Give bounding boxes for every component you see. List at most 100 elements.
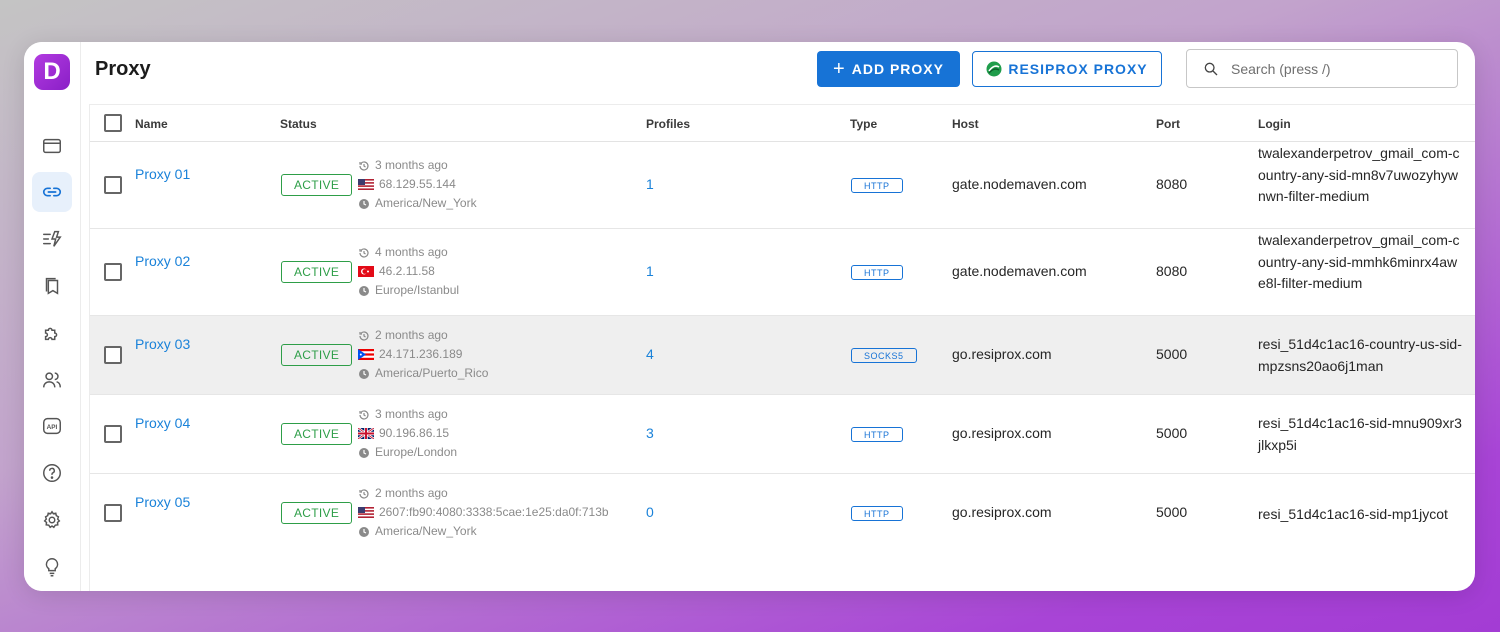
host-text: go.resiprox.com — [952, 346, 1052, 362]
updated-text: 3 months ago — [375, 158, 448, 172]
status-badge: ACTIVE — [281, 261, 353, 283]
sidebar-item-extensions[interactable] — [32, 313, 72, 353]
profiles-count-link[interactable]: 1 — [646, 263, 654, 279]
tr-flag-icon — [358, 266, 374, 277]
type-badge: HTTP — [851, 265, 903, 280]
login-text: resi_51d4c1ac16-country-us-sid-mpzsns20a… — [1258, 336, 1462, 374]
host-text: gate.nodemaven.com — [952, 176, 1087, 192]
sidebar-item-help[interactable] — [32, 453, 72, 493]
timezone-text: Europe/London — [375, 445, 458, 459]
us-flag-icon — [358, 507, 374, 518]
proxy-name-link[interactable]: Proxy 05 — [135, 492, 195, 513]
search-box[interactable] — [1186, 49, 1458, 88]
status-badge: ACTIVE — [281, 502, 353, 524]
column-host[interactable]: Host — [952, 117, 979, 131]
profiles-count-link[interactable]: 1 — [646, 176, 654, 192]
browser-icon — [43, 138, 61, 154]
row-checkbox[interactable] — [104, 176, 122, 194]
column-status[interactable]: Status — [280, 117, 317, 131]
status-badge: ACTIVE — [281, 174, 353, 196]
table-row[interactable]: Proxy 01 ACTIVE 3 months ago 68.129.55.1… — [90, 142, 1475, 229]
sidebar-item-team[interactable] — [32, 360, 72, 400]
add-proxy-button[interactable]: + ADD PROXY — [817, 51, 960, 87]
plus-icon: + — [833, 58, 846, 80]
timezone-text: America/New_York — [375, 524, 477, 538]
login-text: resi_51d4c1ac16-sid-mp1jycot — [1258, 506, 1448, 522]
resiprox-logo-icon — [986, 61, 1002, 77]
sidebar-item-ideas[interactable] — [32, 547, 72, 587]
select-all-checkbox[interactable] — [104, 114, 122, 132]
login-text: twalexanderpetrov_gmail_com-country-any-… — [1258, 145, 1460, 204]
sidebar-item-bookmarks[interactable] — [32, 266, 72, 306]
column-type[interactable]: Type — [850, 117, 877, 131]
type-badge: HTTP — [851, 427, 903, 442]
row-checkbox[interactable] — [104, 263, 122, 281]
table-row[interactable]: Proxy 03 ACTIVE 2 months ago 24.171.236.… — [90, 316, 1475, 395]
settings-icon — [43, 510, 61, 529]
us-flag-icon — [358, 179, 374, 190]
proxy-meta: 2 months ago 2607:fb90:4080:3338:5cae:1e… — [358, 484, 609, 541]
host-text: go.resiprox.com — [952, 504, 1052, 520]
profiles-count-link[interactable]: 3 — [646, 425, 654, 441]
table-row[interactable]: Proxy 02 ACTIVE 4 months ago 46.2.11.58 … — [90, 229, 1475, 316]
timezone-text: America/Puerto_Rico — [375, 366, 489, 380]
column-port[interactable]: Port — [1156, 117, 1180, 131]
history-icon — [359, 330, 369, 341]
history-icon — [359, 409, 369, 420]
column-login[interactable]: Login — [1258, 117, 1291, 131]
ip-text: 68.129.55.144 — [379, 177, 456, 191]
status-badge: ACTIVE — [281, 423, 353, 445]
row-checkbox[interactable] — [104, 504, 122, 522]
proxy-name-link[interactable]: Proxy 02 — [135, 251, 195, 272]
resiprox-proxy-button[interactable]: RESIPROX PROXY — [972, 51, 1162, 87]
row-checkbox[interactable] — [104, 346, 122, 364]
proxy-name-link[interactable]: Proxy 01 — [135, 164, 195, 185]
type-badge: HTTP — [851, 178, 903, 193]
proxy-meta: 3 months ago 90.196.86.15 Europe/London — [358, 405, 457, 462]
profiles-count-link[interactable]: 0 — [646, 504, 654, 520]
puzzle-icon — [44, 327, 58, 341]
search-input[interactable] — [1231, 60, 1431, 77]
proxy-name-link[interactable]: Proxy 03 — [135, 334, 195, 355]
sidebar-item-api[interactable]: API — [32, 406, 72, 446]
table-row[interactable]: Proxy 04 ACTIVE 3 months ago 90.196.86.1… — [90, 395, 1475, 474]
ip-text: 24.171.236.189 — [379, 347, 463, 361]
port-text: 8080 — [1156, 176, 1188, 192]
updated-text: 4 months ago — [375, 245, 448, 259]
automation-icon — [43, 230, 62, 247]
pr-flag-icon — [358, 349, 374, 360]
clock-icon — [359, 368, 369, 379]
clock-icon — [359, 285, 369, 296]
clock-icon — [359, 447, 369, 458]
table-row[interactable]: Proxy 05 ACTIVE 2 months ago 2607:fb90:4… — [90, 474, 1475, 554]
row-checkbox[interactable] — [104, 425, 122, 443]
link-icon — [42, 187, 62, 197]
port-text: 5000 — [1156, 504, 1188, 520]
proxy-meta: 4 months ago 46.2.11.58 Europe/Istanbul — [358, 243, 459, 300]
port-text: 5000 — [1156, 425, 1188, 441]
profiles-count-link[interactable]: 4 — [646, 346, 654, 362]
updated-text: 2 months ago — [375, 486, 448, 500]
column-profiles[interactable]: Profiles — [646, 117, 690, 131]
page-title: Proxy — [95, 58, 151, 80]
lightbulb-icon — [45, 558, 59, 577]
logo-letter: D — [43, 58, 61, 85]
users-icon — [43, 372, 61, 388]
app-window: D API Proxy + ADD PROXY RESIPROX PROXY S… — [24, 42, 1475, 591]
history-icon — [359, 488, 369, 499]
ip-text: 46.2.11.58 — [379, 264, 435, 278]
ip-text: 90.196.86.15 — [379, 426, 450, 440]
proxy-meta: 3 months ago 68.129.55.144 America/New_Y… — [358, 156, 477, 213]
history-icon — [359, 247, 369, 258]
host-text: go.resiprox.com — [952, 425, 1052, 441]
proxy-name-link[interactable]: Proxy 04 — [135, 413, 195, 434]
type-badge: HTTP — [851, 506, 903, 521]
app-logo[interactable]: D — [34, 54, 70, 90]
sidebar-item-settings[interactable] — [32, 500, 72, 540]
sidebar-item-automation[interactable] — [32, 219, 72, 259]
help-icon — [43, 464, 61, 482]
column-name[interactable]: Name — [135, 117, 168, 131]
svg-text:API: API — [47, 424, 58, 431]
sidebar-item-browsers[interactable] — [32, 126, 72, 166]
sidebar-item-proxy[interactable] — [32, 172, 72, 212]
